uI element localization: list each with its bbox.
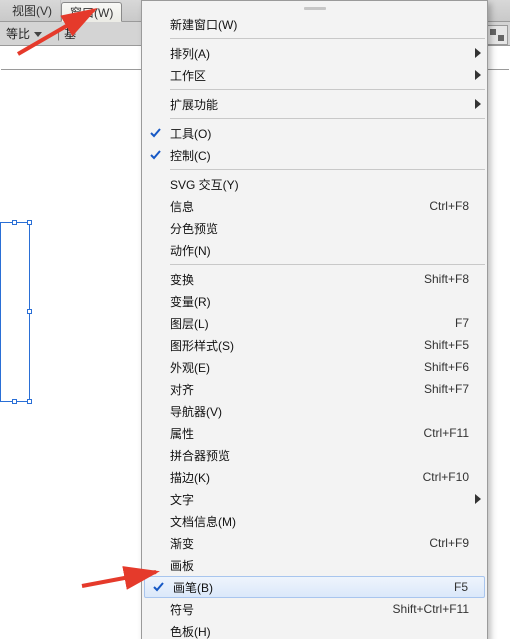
menu-item[interactable]: 工具(O) — [142, 122, 487, 144]
menu-item[interactable]: 图形样式(S)Shift+F5 — [142, 334, 487, 356]
menu-grip[interactable] — [142, 5, 487, 11]
menu-item-label: 画笔(B) — [171, 579, 444, 596]
menu-item[interactable]: 属性Ctrl+F11 — [142, 422, 487, 444]
menu-item[interactable]: 色板(H) — [142, 620, 487, 639]
menu-window[interactable]: 窗口(W) — [61, 2, 122, 22]
menu-item[interactable]: 扩展功能 — [142, 93, 487, 115]
check-icon — [145, 581, 171, 593]
menu-item-shortcut: Ctrl+F8 — [419, 199, 469, 213]
handle-se[interactable] — [27, 399, 32, 404]
menu-separator — [170, 169, 485, 170]
menu-separator — [170, 264, 485, 265]
menu-item[interactable]: SVG 交互(Y) — [142, 173, 487, 195]
menu-item[interactable]: 图层(L)F7 — [142, 312, 487, 334]
menu-item-shortcut: Shift+F6 — [414, 360, 469, 374]
chevron-right-icon — [475, 48, 481, 58]
menu-item[interactable]: 画笔(B)F5 — [144, 576, 485, 598]
chevron-right-icon — [475, 99, 481, 109]
menu-item[interactable]: 对齐Shift+F7 — [142, 378, 487, 400]
separator: | — [57, 27, 60, 41]
menu-item-label: 工具(O) — [168, 125, 469, 142]
opt-base-field[interactable]: 基 — [64, 25, 76, 42]
menu-item-label: 外观(E) — [168, 359, 414, 376]
menu-item[interactable]: 画板 — [142, 554, 487, 576]
menu-item[interactable]: 新建窗口(W) — [142, 13, 487, 35]
menu-item-shortcut: Ctrl+F10 — [413, 470, 469, 484]
handle-e[interactable] — [27, 309, 32, 314]
menu-item[interactable]: 导航器(V) — [142, 400, 487, 422]
menu-item[interactable]: 外观(E)Shift+F6 — [142, 356, 487, 378]
menu-item-label: 对齐 — [168, 381, 414, 398]
opt-scale-label: 等比 — [6, 25, 30, 42]
menu-item-label: 变量(R) — [168, 293, 469, 310]
menu-item[interactable]: 变换Shift+F8 — [142, 268, 487, 290]
menu-item[interactable]: 分色预览 — [142, 217, 487, 239]
menu-item-shortcut: F5 — [444, 580, 468, 594]
menu-separator — [170, 89, 485, 90]
menu-item-shortcut: Ctrl+F11 — [414, 426, 469, 440]
menu-item-shortcut: F7 — [445, 316, 469, 330]
menu-item-label: 变换 — [168, 271, 414, 288]
menu-item[interactable]: 文档信息(M) — [142, 510, 487, 532]
chevron-right-icon — [475, 494, 481, 504]
menu-item[interactable]: 排列(A) — [142, 42, 487, 64]
menu-item-label: 文字 — [168, 491, 469, 508]
menu-item-label: 拼合器预览 — [168, 447, 469, 464]
menu-item[interactable]: 信息Ctrl+F8 — [142, 195, 487, 217]
menu-item-label: 排列(A) — [168, 45, 469, 62]
menu-item-shortcut: Shift+F8 — [414, 272, 469, 286]
menu-item-shortcut: Ctrl+F9 — [419, 536, 469, 550]
menu-item-label: 工作区 — [168, 67, 469, 84]
handle-ne[interactable] — [27, 220, 32, 225]
menu-item-label: 属性 — [168, 425, 414, 442]
dropdown-icon — [33, 29, 43, 39]
menu-item-label: 文档信息(M) — [168, 513, 469, 530]
menu-item-label: 导航器(V) — [168, 403, 469, 420]
window-menu-dropdown: 新建窗口(W) 排列(A) 工作区扩展功能工具(O) 控制(C) SVG 交互(Y) 信息… — [141, 0, 488, 639]
menu-item-shortcut: Shift+F7 — [414, 382, 469, 396]
menu-item-label: 描边(K) — [168, 469, 413, 486]
menu-item-label: 扩展功能 — [168, 96, 469, 113]
check-icon — [142, 149, 168, 161]
menu-item-shortcut: Shift+F5 — [414, 338, 469, 352]
menu-item[interactable]: 渐变Ctrl+F9 — [142, 532, 487, 554]
arrange-grid-icon[interactable] — [486, 25, 508, 45]
handle-s[interactable] — [12, 399, 17, 404]
menu-view-label: 视图(V) — [12, 2, 52, 19]
handle-n[interactable] — [12, 220, 17, 225]
menu-item-label: 色板(H) — [168, 623, 469, 639]
menu-window-label: 窗口(W) — [70, 4, 113, 21]
menu-item[interactable]: 文字 — [142, 488, 487, 510]
menu-item-label: 控制(C) — [168, 147, 469, 164]
menu-separator — [170, 38, 485, 39]
menu-item[interactable]: 描边(K)Ctrl+F10 — [142, 466, 487, 488]
check-icon — [142, 127, 168, 139]
menu-separator — [170, 118, 485, 119]
menu-item[interactable]: 符号Shift+Ctrl+F11 — [142, 598, 487, 620]
chevron-right-icon — [475, 70, 481, 80]
menu-item-label: 分色预览 — [168, 220, 469, 237]
menu-item-label: 图层(L) — [168, 315, 445, 332]
menu-item[interactable]: 动作(N) — [142, 239, 487, 261]
menu-item-label: 新建窗口(W) — [168, 16, 469, 33]
menu-item[interactable]: 控制(C) — [142, 144, 487, 166]
menu-item-label: 信息 — [168, 198, 419, 215]
opt-scale-field[interactable]: 等比 — [6, 25, 43, 42]
menu-item-label: 画板 — [168, 557, 469, 574]
selection-rectangle[interactable] — [0, 222, 30, 402]
menu-item[interactable]: 拼合器预览 — [142, 444, 487, 466]
menu-item-label: 图形样式(S) — [168, 337, 414, 354]
menu-view[interactable]: 视图(V) — [4, 0, 61, 21]
app-root: 视图(V) 窗口(W) 等比 | 基 新建窗口(W) 排列(A) 工作区扩展功能 — [0, 0, 510, 639]
menu-item[interactable]: 工作区 — [142, 64, 487, 86]
opt-base-label: 基 — [64, 25, 76, 42]
menu-item-shortcut: Shift+Ctrl+F11 — [383, 602, 469, 616]
menu-item-label: SVG 交互(Y) — [168, 176, 469, 193]
menu-item-label: 动作(N) — [168, 242, 469, 259]
menu-item-label: 符号 — [168, 601, 383, 618]
menu-item[interactable]: 变量(R) — [142, 290, 487, 312]
menu-item-label: 渐变 — [168, 535, 419, 552]
